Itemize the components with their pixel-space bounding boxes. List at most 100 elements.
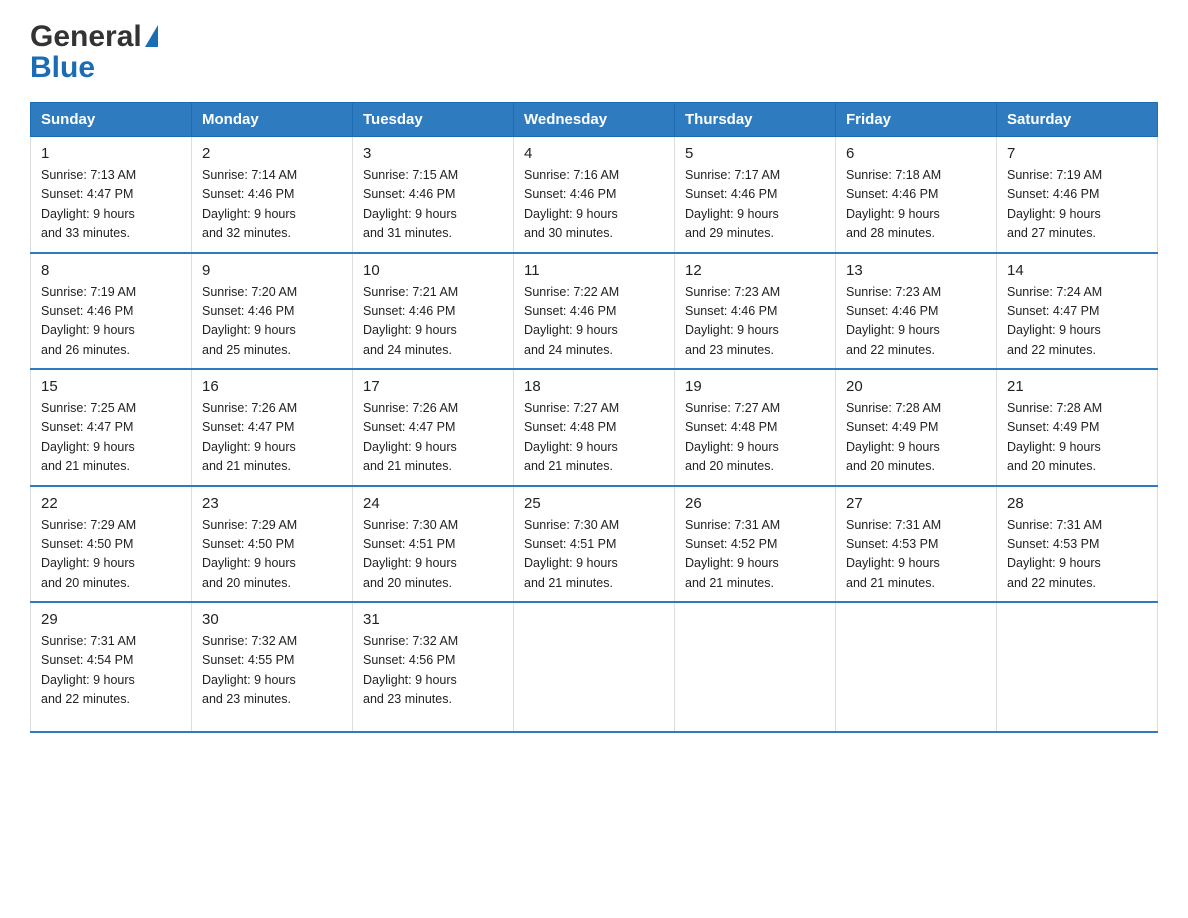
calendar-day-cell: 8 Sunrise: 7:19 AMSunset: 4:46 PMDaylight…	[31, 253, 192, 370]
page-header: General Blue	[30, 20, 1158, 84]
calendar-day-cell: 1 Sunrise: 7:13 AMSunset: 4:47 PMDaylight…	[31, 137, 192, 253]
weekday-header-tuesday: Tuesday	[353, 103, 514, 137]
day-number: 9	[202, 262, 342, 279]
day-number: 6	[846, 145, 986, 162]
day-info: Sunrise: 7:15 AMSunset: 4:46 PMDaylight:…	[363, 166, 503, 244]
calendar-day-cell: 19 Sunrise: 7:27 AMSunset: 4:48 PMDayligh…	[675, 369, 836, 486]
calendar-day-cell: 24Sunrise: 7:30 AMSunset: 4:51 PMDayligh…	[353, 486, 514, 603]
day-info: Sunrise: 7:26 AMSunset: 4:47 PMDaylight:…	[363, 399, 503, 477]
logo: General Blue	[30, 20, 158, 84]
day-number: 7	[1007, 145, 1147, 162]
calendar-day-cell: 12 Sunrise: 7:23 AMSunset: 4:46 PMDayligh…	[675, 253, 836, 370]
day-number: 31	[363, 611, 503, 628]
calendar-day-cell: 7 Sunrise: 7:19 AMSunset: 4:46 PMDaylight…	[997, 137, 1158, 253]
day-number: 21	[1007, 378, 1147, 395]
day-info: Sunrise: 7:22 AMSunset: 4:46 PMDaylight:…	[524, 283, 664, 361]
day-number: 20	[846, 378, 986, 395]
day-number: 17	[363, 378, 503, 395]
day-info: Sunrise: 7:30 AMSunset: 4:51 PMDaylight:…	[524, 516, 664, 594]
day-info: Sunrise: 7:26 AMSunset: 4:47 PMDaylight:…	[202, 399, 342, 477]
calendar-week-row: 15 Sunrise: 7:25 AMSunset: 4:47 PMDayligh…	[31, 369, 1158, 486]
calendar-week-row: 22 Sunrise: 7:29 AMSunset: 4:50 PMDayligh…	[31, 486, 1158, 603]
day-number: 1	[41, 145, 181, 162]
day-number: 26	[685, 495, 825, 512]
day-info: Sunrise: 7:32 AMSunset: 4:56 PMDaylight:…	[363, 632, 503, 710]
day-number: 19	[685, 378, 825, 395]
day-number: 8	[41, 262, 181, 279]
day-info: Sunrise: 7:27 AMSunset: 4:48 PMDaylight:…	[685, 399, 825, 477]
day-info: Sunrise: 7:14 AMSunset: 4:46 PMDaylight:…	[202, 166, 342, 244]
day-number: 10	[363, 262, 503, 279]
calendar-day-cell: 15 Sunrise: 7:25 AMSunset: 4:47 PMDayligh…	[31, 369, 192, 486]
weekday-header-friday: Friday	[836, 103, 997, 137]
day-info: Sunrise: 7:31 AMSunset: 4:52 PMDaylight:…	[685, 516, 825, 594]
calendar-day-cell	[675, 602, 836, 732]
weekday-header-row: SundayMondayTuesdayWednesdayThursdayFrid…	[31, 103, 1158, 137]
day-info: Sunrise: 7:29 AMSunset: 4:50 PMDaylight:…	[202, 516, 342, 594]
calendar-day-cell: 13 Sunrise: 7:23 AMSunset: 4:46 PMDayligh…	[836, 253, 997, 370]
day-number: 13	[846, 262, 986, 279]
calendar-day-cell: 28 Sunrise: 7:31 AMSunset: 4:53 PMDayligh…	[997, 486, 1158, 603]
calendar-day-cell	[514, 602, 675, 732]
calendar-day-cell: 23 Sunrise: 7:29 AMSunset: 4:50 PMDayligh…	[192, 486, 353, 603]
day-number: 15	[41, 378, 181, 395]
calendar-week-row: 1 Sunrise: 7:13 AMSunset: 4:47 PMDaylight…	[31, 137, 1158, 253]
weekday-header-monday: Monday	[192, 103, 353, 137]
calendar-day-cell: 26 Sunrise: 7:31 AMSunset: 4:52 PMDayligh…	[675, 486, 836, 603]
day-info: Sunrise: 7:30 AMSunset: 4:51 PMDaylight:…	[363, 516, 503, 594]
day-info: Sunrise: 7:18 AMSunset: 4:46 PMDaylight:…	[846, 166, 986, 244]
weekday-header-wednesday: Wednesday	[514, 103, 675, 137]
day-info: Sunrise: 7:31 AMSunset: 4:54 PMDaylight:…	[41, 632, 181, 710]
day-number: 27	[846, 495, 986, 512]
calendar-day-cell: 17 Sunrise: 7:26 AMSunset: 4:47 PMDayligh…	[353, 369, 514, 486]
day-info: Sunrise: 7:16 AMSunset: 4:46 PMDaylight:…	[524, 166, 664, 244]
weekday-header-thursday: Thursday	[675, 103, 836, 137]
calendar-day-cell: 14 Sunrise: 7:24 AMSunset: 4:47 PMDayligh…	[997, 253, 1158, 370]
calendar-day-cell: 30Sunrise: 7:32 AMSunset: 4:55 PMDayligh…	[192, 602, 353, 732]
day-info: Sunrise: 7:19 AMSunset: 4:46 PMDaylight:…	[1007, 166, 1147, 244]
day-number: 5	[685, 145, 825, 162]
calendar-day-cell	[836, 602, 997, 732]
calendar-day-cell: 21 Sunrise: 7:28 AMSunset: 4:49 PMDayligh…	[997, 369, 1158, 486]
day-info: Sunrise: 7:28 AMSunset: 4:49 PMDaylight:…	[1007, 399, 1147, 477]
day-info: Sunrise: 7:25 AMSunset: 4:47 PMDaylight:…	[41, 399, 181, 477]
calendar-day-cell: 22 Sunrise: 7:29 AMSunset: 4:50 PMDayligh…	[31, 486, 192, 603]
calendar-day-cell: 27Sunrise: 7:31 AMSunset: 4:53 PMDayligh…	[836, 486, 997, 603]
day-number: 30	[202, 611, 342, 628]
day-info: Sunrise: 7:31 AMSunset: 4:53 PMDaylight:…	[1007, 516, 1147, 594]
calendar-body: 1 Sunrise: 7:13 AMSunset: 4:47 PMDaylight…	[31, 137, 1158, 733]
weekday-header-sunday: Sunday	[31, 103, 192, 137]
calendar-table: SundayMondayTuesdayWednesdayThursdayFrid…	[30, 102, 1158, 733]
day-number: 14	[1007, 262, 1147, 279]
day-number: 28	[1007, 495, 1147, 512]
day-info: Sunrise: 7:28 AMSunset: 4:49 PMDaylight:…	[846, 399, 986, 477]
day-info: Sunrise: 7:21 AMSunset: 4:46 PMDaylight:…	[363, 283, 503, 361]
calendar-day-cell: 5 Sunrise: 7:17 AMSunset: 4:46 PMDaylight…	[675, 137, 836, 253]
day-info: Sunrise: 7:19 AMSunset: 4:46 PMDaylight:…	[41, 283, 181, 361]
day-info: Sunrise: 7:13 AMSunset: 4:47 PMDaylight:…	[41, 166, 181, 244]
logo-arrow-icon	[145, 25, 158, 47]
day-info: Sunrise: 7:17 AMSunset: 4:46 PMDaylight:…	[685, 166, 825, 244]
calendar-day-cell: 20 Sunrise: 7:28 AMSunset: 4:49 PMDayligh…	[836, 369, 997, 486]
day-info: Sunrise: 7:23 AMSunset: 4:46 PMDaylight:…	[846, 283, 986, 361]
weekday-header-saturday: Saturday	[997, 103, 1158, 137]
day-number: 22	[41, 495, 181, 512]
day-number: 2	[202, 145, 342, 162]
day-number: 23	[202, 495, 342, 512]
day-number: 16	[202, 378, 342, 395]
day-info: Sunrise: 7:20 AMSunset: 4:46 PMDaylight:…	[202, 283, 342, 361]
day-number: 12	[685, 262, 825, 279]
day-info: Sunrise: 7:24 AMSunset: 4:47 PMDaylight:…	[1007, 283, 1147, 361]
calendar-day-cell: 18Sunrise: 7:27 AMSunset: 4:48 PMDayligh…	[514, 369, 675, 486]
calendar-day-cell: 11Sunrise: 7:22 AMSunset: 4:46 PMDayligh…	[514, 253, 675, 370]
calendar-day-cell: 9 Sunrise: 7:20 AMSunset: 4:46 PMDaylight…	[192, 253, 353, 370]
day-number: 18	[524, 378, 664, 395]
day-info: Sunrise: 7:23 AMSunset: 4:46 PMDaylight:…	[685, 283, 825, 361]
calendar-day-cell: 29Sunrise: 7:31 AMSunset: 4:54 PMDayligh…	[31, 602, 192, 732]
calendar-day-cell: 4Sunrise: 7:16 AMSunset: 4:46 PMDaylight…	[514, 137, 675, 253]
calendar-day-cell: 2 Sunrise: 7:14 AMSunset: 4:46 PMDaylight…	[192, 137, 353, 253]
day-number: 25	[524, 495, 664, 512]
day-info: Sunrise: 7:29 AMSunset: 4:50 PMDaylight:…	[41, 516, 181, 594]
calendar-week-row: 8 Sunrise: 7:19 AMSunset: 4:46 PMDaylight…	[31, 253, 1158, 370]
calendar-day-cell: 25 Sunrise: 7:30 AMSunset: 4:51 PMDayligh…	[514, 486, 675, 603]
